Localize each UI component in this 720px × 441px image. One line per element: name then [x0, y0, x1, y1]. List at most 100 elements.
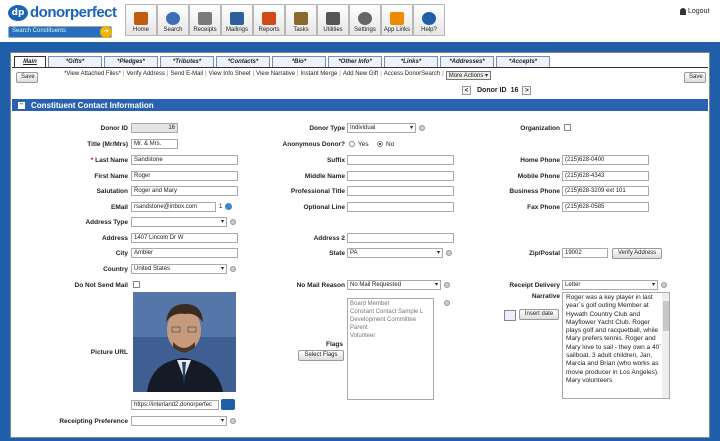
instant-merge-link[interactable]: Instant Merge — [301, 71, 338, 80]
insert-date-button[interactable]: Insert date — [519, 309, 559, 320]
anonymous-yes-radio[interactable] — [349, 141, 355, 147]
home-icon — [134, 12, 148, 25]
city-field[interactable]: Ambler — [131, 248, 238, 258]
camera-icon[interactable] — [221, 399, 235, 410]
utilities-button[interactable]: Utilities — [317, 4, 349, 36]
zip-field[interactable]: 19002 — [562, 248, 608, 258]
receipting-preference-label: Receipting Preference — [59, 418, 128, 425]
add-new-gift-link[interactable]: Add New Gift — [343, 71, 378, 80]
verify-address-link[interactable]: Verify Address — [126, 71, 164, 80]
flag-option[interactable]: Volunteer — [350, 332, 431, 340]
optional-line-field[interactable] — [347, 202, 454, 212]
puzzle-icon — [390, 12, 404, 25]
address-type-select[interactable] — [131, 217, 227, 227]
anonymous-no-label: No — [386, 141, 395, 148]
professional-title-field[interactable] — [347, 186, 454, 196]
reports-button[interactable]: Reports — [253, 4, 285, 36]
narrative-textarea[interactable]: Roger was a key player in last year`s go… — [562, 292, 670, 399]
logo[interactable]: dp donorperfect — [8, 4, 117, 21]
state-select[interactable]: PA — [347, 248, 443, 258]
app-links-button[interactable]: App Links — [381, 4, 413, 36]
state-gear-icon[interactable] — [446, 250, 452, 256]
flag-option[interactable]: Parent — [350, 324, 431, 332]
send-email-link[interactable]: Send E-Mail — [170, 71, 203, 80]
no-mail-checkbox[interactable] — [133, 281, 140, 288]
donor-id-label: Donor ID — [100, 125, 128, 132]
verify-address-button[interactable]: Verify Address — [612, 248, 662, 259]
flag-option[interactable]: Constant Contact Sample L — [350, 308, 431, 316]
no-mail-reason-gear-icon[interactable] — [444, 282, 450, 288]
suffix-field[interactable] — [347, 155, 454, 165]
mobile-phone-field[interactable]: (215)628-4343 — [562, 171, 649, 181]
business-phone-field[interactable]: (215)628-3209 ext 101 — [562, 186, 649, 196]
home-button[interactable]: Home — [125, 4, 157, 36]
country-gear-icon[interactable] — [230, 266, 236, 272]
magnifier-icon — [166, 12, 180, 25]
anonymous-no-radio[interactable] — [377, 141, 383, 147]
address-type-gear-icon[interactable] — [230, 219, 236, 225]
more-actions-dropdown[interactable]: More Actions ▾ — [445, 71, 492, 80]
access-donorsearch-link[interactable]: Access DonorSearch — [384, 71, 440, 80]
help-button[interactable]: Help? — [413, 4, 445, 36]
tasks-button[interactable]: Tasks — [285, 4, 317, 36]
donor-type-select[interactable]: Individual — [347, 123, 416, 133]
view-info-sheet-link[interactable]: View Info Sheet — [209, 71, 251, 80]
title-field[interactable]: Mr. & Mrs. — [131, 139, 178, 149]
flag-option[interactable]: Development Committee — [350, 316, 431, 324]
prev-donor-button[interactable]: < — [462, 86, 471, 95]
organization-checkbox[interactable] — [564, 124, 571, 131]
select-flags-button[interactable]: Select Flags — [298, 350, 344, 361]
city-label: City — [115, 250, 128, 257]
donor-type-gear-icon[interactable] — [419, 125, 425, 131]
email-info-icon[interactable] — [225, 203, 232, 210]
last-name-label: * Last Name — [90, 157, 128, 164]
flag-option[interactable]: Board Member — [350, 300, 431, 308]
home-phone-label: Home Phone — [520, 157, 560, 164]
country-label: Country — [103, 266, 128, 273]
save-button-right[interactable]: Save — [684, 72, 706, 83]
no-mail-reason-select[interactable]: No Mail Requested — [347, 280, 441, 290]
picture-url-field[interactable]: https://interland2.donorperfec — [131, 400, 219, 410]
address2-field[interactable] — [347, 233, 454, 243]
receipt-delivery-select[interactable]: Letter — [562, 280, 658, 290]
last-name-field[interactable]: Sandstone — [131, 155, 238, 165]
email-field[interactable]: rsandstone@inbox.com — [131, 202, 216, 212]
middle-name-field[interactable] — [347, 171, 454, 181]
state-label: State — [329, 250, 345, 257]
receipting-preference-gear-icon[interactable] — [230, 418, 236, 424]
edit-narrative-icon[interactable] — [504, 310, 516, 321]
next-donor-button[interactable]: > — [522, 86, 532, 95]
logo-mark: dp — [8, 4, 28, 21]
user-icon — [680, 8, 686, 15]
save-button[interactable]: Save — [16, 72, 38, 83]
flags-list[interactable]: Board Member Constant Contact Sample L D… — [347, 298, 434, 400]
salutation-field[interactable]: Roger and Mary — [131, 186, 238, 196]
address-type-label: Address Type — [85, 219, 128, 226]
settings-button[interactable]: Settings — [349, 4, 381, 36]
section-header[interactable]: – Constituent Contact Information — [12, 99, 708, 111]
receipts-button[interactable]: Receipts — [189, 4, 221, 36]
receipt-delivery-gear-icon[interactable] — [661, 282, 667, 288]
search-input[interactable]: Search Constituents — [8, 26, 112, 38]
gear-icon — [358, 12, 372, 25]
address-field[interactable]: 1407 Lincoln Dr W — [131, 233, 238, 243]
flags-label: Flags — [326, 341, 343, 348]
scrollbar-thumb[interactable] — [662, 301, 669, 331]
search-button[interactable]: Search — [157, 4, 189, 36]
home-phone-field[interactable]: (215)628-0400 — [562, 155, 649, 165]
first-name-field[interactable]: Roger — [131, 171, 238, 181]
fax-phone-field[interactable]: (215)628-0585 — [562, 202, 649, 212]
organization-label: Organization — [520, 125, 560, 132]
collapse-icon[interactable]: – — [18, 101, 25, 109]
logout-link[interactable]: Logout — [680, 8, 709, 15]
tools-icon — [326, 12, 340, 25]
view-narrative-link[interactable]: View Narrative — [256, 71, 295, 80]
view-attached-files-link[interactable]: *View Attached Files* — [64, 71, 121, 80]
flags-gear-icon[interactable] — [444, 300, 450, 306]
mailings-button[interactable]: Mailings — [221, 4, 253, 36]
search-go-icon[interactable]: ➜ — [100, 26, 112, 38]
mobile-phone-label: Mobile Phone — [517, 173, 560, 180]
country-select[interactable]: United States — [131, 264, 227, 274]
narrative-scrollbar[interactable] — [662, 293, 669, 398]
receipting-preference-select[interactable] — [131, 416, 227, 426]
